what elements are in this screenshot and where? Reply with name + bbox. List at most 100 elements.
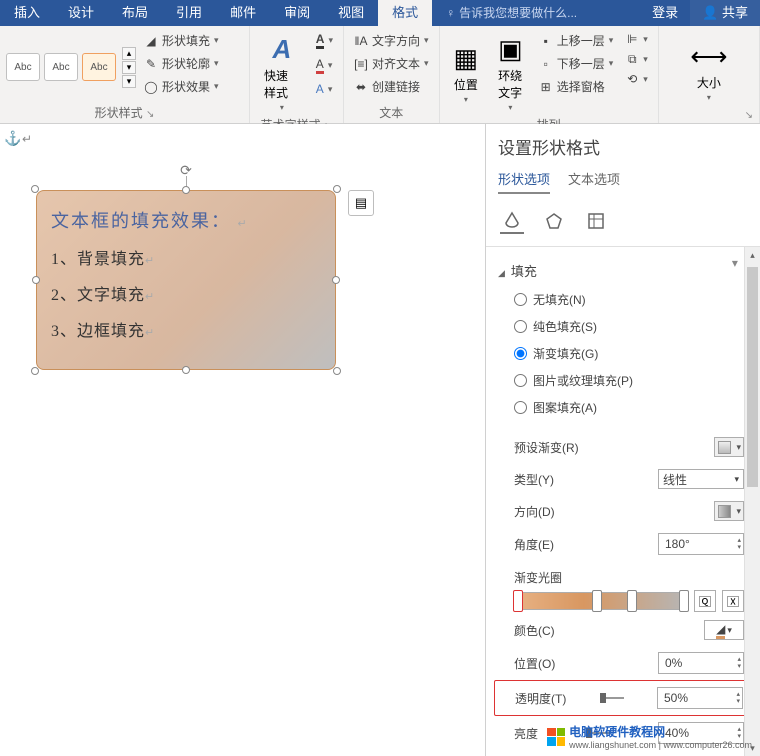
angle-spinner[interactable]: 180°▴▾ [658,533,744,555]
radio-pattern-fill[interactable]: 图案填充(A) [494,394,748,421]
tab-format[interactable]: 格式 [378,0,432,26]
align-objects-icon: ⊫ [625,32,639,46]
remove-stop-button[interactable]: 🅇 [722,590,744,612]
shape-fill-button[interactable]: ◢形状填充▾ [140,30,223,51]
anchor-icon: ⚓ [4,130,21,147]
handle-tr[interactable] [333,185,341,193]
handle-t[interactable] [182,186,190,194]
no-fill-label: 无填充(N) [533,291,586,308]
direction-label: 方向(D) [514,503,555,520]
gradient-stop-1[interactable] [513,590,523,612]
align-text-button[interactable]: [≡]对齐文本▾ [350,53,433,74]
share-button[interactable]: 👤 共享 [690,0,760,26]
handle-r[interactable] [332,276,340,284]
textbox[interactable]: 文本框的填充效果： ↵ 1、背景填充↵ 2、文字填充↵ 3、边框填充↵ [36,190,336,370]
bring-forward-button[interactable]: ▪上移一层▾ [535,30,618,51]
handle-l[interactable] [32,276,40,284]
launcher-icon[interactable]: ↘ [146,109,154,120]
quick-styles-button[interactable]: A 快速样式 ▾ [256,30,308,116]
tab-view[interactable]: 视图 [324,0,378,26]
tab-insert[interactable]: 插入 [0,0,54,26]
transparency-label: 透明度(T) [515,690,566,707]
group-icon: ⧉ [625,52,639,66]
transparency-slider[interactable] [600,697,624,699]
text-direction-label: 文字方向 [372,32,420,49]
shape-outline-button[interactable]: ✎形状轮廓▾ [140,53,223,74]
fill-line-icon[interactable] [500,210,524,234]
style-thumb-1[interactable]: Abc [6,53,40,81]
gradient-stop-3[interactable] [627,590,637,612]
textbox-title: 文本框的填充效果： [51,211,231,231]
send-backward-button[interactable]: ▫下移一层▾ [535,53,618,74]
radio-gradient-fill[interactable]: 渐变填充(G) [494,340,748,367]
position-spinner[interactable]: 0%▴▾ [658,652,744,674]
handle-bl[interactable] [31,367,39,375]
tell-me-box[interactable]: ♀ 告诉我您想要做什么... [432,0,640,26]
transparency-spinner[interactable]: 50%▴▾ [657,687,743,709]
tab-review[interactable]: 审阅 [270,0,324,26]
tell-me-text: 告诉我您想要做什么... [459,0,577,26]
style-thumb-2[interactable]: Abc [44,53,78,81]
share-label: 共享 [722,5,748,20]
gallery-arrows[interactable]: ▴▾▾ [122,47,136,88]
pane-tab-shape[interactable]: 形状选项 [498,169,550,194]
tab-mail[interactable]: 邮件 [216,0,270,26]
stop-color-dropdown[interactable]: ◢▾ [704,620,744,640]
create-link-label: 创建链接 [372,78,420,95]
watermark-url: www.liangshunet.com | www.computer26.com [569,740,752,750]
send-backward-icon: ▫ [539,57,553,71]
textbox-line-1: 1、背景填充 [51,251,145,268]
handle-tl[interactable] [31,185,39,193]
handle-b[interactable] [182,366,190,374]
pen-icon: ✎ [144,57,158,71]
textbox-selection[interactable]: ⟳ 文本框的填充效果： ↵ 1、背景填充↵ 2、文字填充↵ 3、边框填充↵ [36,190,336,370]
pattern-label: 图案填充(A) [533,399,597,416]
pane-scrollbar[interactable]: ▴▾ [744,247,760,756]
text-outline-button[interactable]: A▾ [312,55,337,76]
bring-forward-label: 上移一层 [557,32,605,49]
fill-section-header[interactable]: 填充 [494,255,748,286]
handle-br[interactable] [333,367,341,375]
style-thumb-3[interactable]: Abc [82,53,116,81]
direction-dropdown[interactable] [714,501,744,521]
selection-pane-button[interactable]: ⊞选择窗格 [535,76,618,97]
position-button[interactable]: ▦位置▾ [446,30,487,116]
selection-icon: ⊞ [539,80,553,94]
text-direction-button[interactable]: ‖A文字方向▾ [350,30,433,51]
size-launcher[interactable]: ↘ [665,110,753,121]
rotate-with-shape-checkbox[interactable]: 旋转 [494,750,748,756]
layout-options-button[interactable]: ▤ [348,190,374,216]
preset-gradient-dropdown[interactable] [714,437,744,457]
link-icon: ⬌ [354,80,368,94]
gradient-stops-track[interactable] [514,592,688,610]
login-button[interactable]: 登录 [640,0,690,26]
transparency-value: 50% [664,691,688,705]
gradient-stop-2[interactable] [592,590,602,612]
preset-label: 预设渐变(R) [514,439,579,456]
group-objects-button[interactable]: ⧉▾ [621,50,652,68]
tab-layout[interactable]: 布局 [108,0,162,26]
gradient-stop-4[interactable] [679,590,689,612]
shape-style-gallery[interactable]: Abc Abc Abc ▴▾▾ [6,30,136,104]
wrap-text-button[interactable]: ▣环绕文字▾ [490,30,531,116]
align-objects-button[interactable]: ⊫▾ [621,30,652,48]
radio-picture-fill[interactable]: 图片或纹理填充(P) [494,367,748,394]
layout-options-icon: ▤ [355,195,367,211]
size-button[interactable]: ⟷大小▾ [682,30,735,112]
text-fill-button[interactable]: A▾ [312,30,337,51]
pane-tab-text[interactable]: 文本选项 [568,169,620,194]
create-link-button[interactable]: ⬌ 创建链接 [350,76,433,97]
tab-design[interactable]: 设计 [54,0,108,26]
text-effects-button[interactable]: A▾ [312,80,337,98]
gradient-type-dropdown[interactable]: 线性▾ [658,469,744,489]
ribbon-tabs: 插入 设计 布局 引用 邮件 审阅 视图 格式 ♀ 告诉我您想要做什么... 登… [0,0,760,26]
document-canvas[interactable]: ⚓ ↵ ⟳ 文本框的填充效果： ↵ 1、背景填充↵ 2、文字填充↵ 3、边框填充… [0,124,485,756]
shape-effects-button[interactable]: ◯形状效果▾ [140,76,223,97]
layout-category-icon[interactable] [584,210,608,234]
add-stop-button[interactable]: 🅀 [694,590,716,612]
radio-no-fill[interactable]: 无填充(N) [494,286,748,313]
effects-category-icon[interactable] [542,210,566,234]
rotate-objects-button[interactable]: ⟲▾ [621,70,652,88]
radio-solid-fill[interactable]: 纯色填充(S) [494,313,748,340]
tab-reference[interactable]: 引用 [162,0,216,26]
